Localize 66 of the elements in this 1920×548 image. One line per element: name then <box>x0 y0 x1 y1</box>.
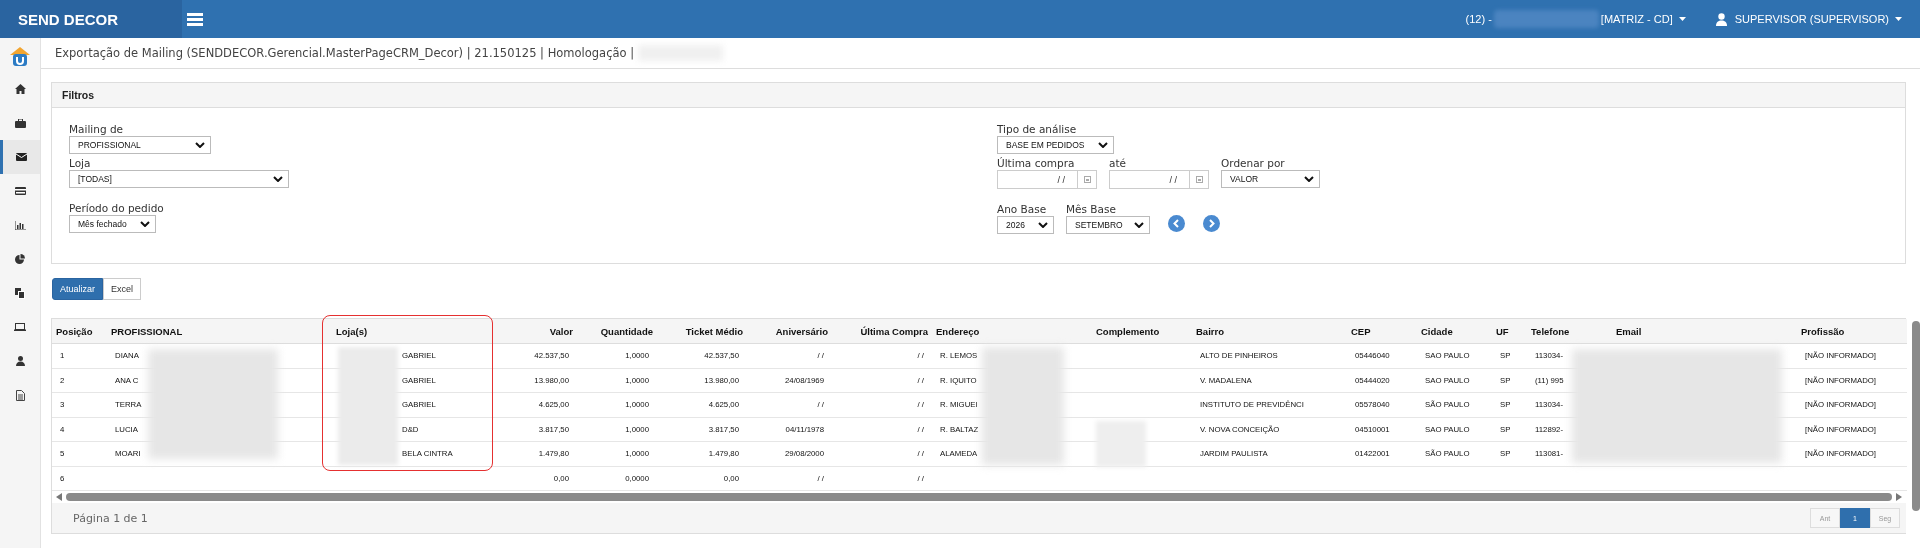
document-icon <box>15 389 25 401</box>
envelope-icon <box>16 153 27 161</box>
field-label: Mailing de <box>69 123 124 136</box>
laptop-icon <box>14 323 26 331</box>
field-label: Ordenar por <box>1221 157 1285 170</box>
page-title: Exportação de Mailing (SENDDECOR.Gerencial.MasterPageCRM_Decor) | 21.150125 | Homologação | <box>55 46 635 60</box>
chevron-icon <box>273 176 283 182</box>
user-icon <box>1715 12 1727 26</box>
field-label: Ano Base <box>997 203 1047 216</box>
card-icon <box>14 187 26 195</box>
page-info: Página 1 de 1 <box>73 511 148 525</box>
field-label: Mês Base <box>1066 203 1116 216</box>
briefcase-icon <box>14 118 26 128</box>
pie-chart-icon <box>15 254 25 264</box>
calendar-icon <box>1083 176 1091 183</box>
column-header[interactable]: PROFISSIONAL <box>111 325 183 337</box>
chevron-icon <box>140 221 150 227</box>
field-label: Loja <box>69 157 91 170</box>
column-header[interactable]: UF <box>1496 325 1509 337</box>
next-icon[interactable] <box>1203 215 1220 232</box>
column-header[interactable]: Profissão <box>1801 325 1845 337</box>
date-field[interactable]: / / <box>1109 170 1209 189</box>
column-header[interactable]: Valor <box>549 325 573 337</box>
scroll-right-icon[interactable] <box>1896 493 1902 501</box>
user-icon <box>15 356 25 366</box>
field-label: Tipo de análise <box>997 123 1077 136</box>
company-code: (12) - <box>1465 13 1492 25</box>
files-icon <box>15 287 25 299</box>
action-button[interactable]: Atualizar <box>52 278 103 300</box>
branch-menu[interactable]: [MATRIZ - CD] <box>1600 13 1673 25</box>
caret-icon[interactable] <box>1678 17 1686 21</box>
date-field[interactable]: / / <box>997 170 1097 189</box>
bar-chart-icon <box>14 220 26 230</box>
select-field[interactable]: [TODAS] <box>69 170 289 188</box>
caret-icon[interactable] <box>1895 17 1902 21</box>
vertical-scrollbar[interactable] <box>1912 321 1920 511</box>
select-field[interactable]: BASE EM PEDIDOS <box>997 136 1114 154</box>
field-label: Última compra <box>997 157 1075 170</box>
select-field[interactable]: 2026 <box>997 216 1054 234</box>
select-field[interactable]: SETEMBRO <box>1066 216 1150 234</box>
chevron-icon <box>1134 222 1144 228</box>
column-header[interactable]: CEP <box>1351 325 1371 337</box>
column-header[interactable]: Endereço <box>936 325 980 337</box>
column-header[interactable]: Email <box>1616 325 1642 337</box>
column-header[interactable]: Bairro <box>1196 325 1224 337</box>
calendar-icon <box>1195 176 1203 183</box>
previous-icon[interactable] <box>1168 215 1185 232</box>
scroll-left-icon[interactable] <box>56 493 62 501</box>
select-field[interactable]: PROFISSIONAL <box>69 136 211 154</box>
horizontal-scrollbar[interactable] <box>66 493 1892 501</box>
user-menu[interactable]: SUPERVISOR (SUPERVISOR) <box>1734 13 1889 25</box>
sidebar-item[interactable] <box>0 140 40 174</box>
action-button[interactable]: Excel <box>103 278 142 300</box>
panel-title: Filtros <box>62 89 95 101</box>
column-header[interactable]: Loja(s) <box>336 325 368 337</box>
logo-icon[interactable] <box>9 46 31 68</box>
field-label: Período do pedido <box>69 202 164 215</box>
select-field[interactable]: Mês fechado <box>69 215 156 233</box>
chevron-icon <box>195 142 205 148</box>
menu-icon[interactable] <box>187 12 203 26</box>
field-label: até <box>1109 157 1126 170</box>
chevron-icon <box>1098 142 1108 148</box>
chevron-icon <box>1304 176 1314 182</box>
select-field[interactable]: VALOR <box>1221 170 1320 188</box>
chevron-icon <box>1038 222 1048 228</box>
home-icon <box>14 84 26 94</box>
